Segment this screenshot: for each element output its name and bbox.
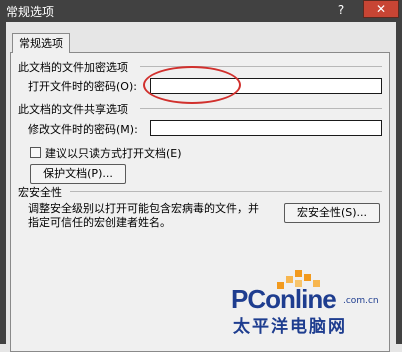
- readonly-key: (E): [166, 147, 182, 160]
- open-password-label: 打开文件时的密码(O):: [28, 78, 137, 94]
- watermark-chinese: 太平洋电脑网: [233, 317, 347, 337]
- tab-general-options[interactable]: 常规选项: [12, 33, 70, 53]
- modify-password-label: 修改文件时的密码(M):: [28, 121, 138, 137]
- macro-security-button[interactable]: 宏安全性(S)...: [284, 203, 380, 223]
- encrypt-separator: [140, 66, 382, 67]
- macro-button-key: (S)...: [340, 206, 368, 219]
- open-password-key: (O):: [116, 80, 137, 93]
- modify-password-key: (M):: [116, 123, 138, 136]
- watermark-brand: PConline: [231, 284, 337, 314]
- share-section-title: 此文档的文件共享选项: [18, 103, 128, 116]
- macro-section-title: 宏安全性: [18, 186, 62, 199]
- share-separator: [140, 108, 382, 109]
- title-bar: 常规选项 ? ✕: [0, 0, 402, 22]
- modify-password-label-text: 修改文件时的密码: [28, 123, 116, 136]
- window-title: 常规选项: [6, 5, 55, 19]
- help-button[interactable]: ?: [333, 2, 349, 18]
- macro-button-label: 宏安全性: [296, 206, 341, 219]
- readonly-label[interactable]: 建议以只读方式打开文档(E): [45, 145, 182, 161]
- watermark-domain: .com.cn: [343, 296, 379, 306]
- open-password-field[interactable]: [150, 78, 382, 94]
- protect-document-button[interactable]: 保护文档(P)...: [30, 164, 126, 184]
- protect-button-label: 保护文档: [43, 167, 88, 180]
- pconline-watermark: PConline .com.cn 太平洋电脑网: [205, 268, 395, 340]
- open-password-label-text: 打开文件时的密码: [28, 80, 116, 93]
- readonly-checkbox[interactable]: [30, 147, 41, 158]
- window-frame-right: [396, 22, 402, 344]
- encrypt-section-title: 此文档的文件加密选项: [18, 61, 128, 74]
- close-button[interactable]: ✕: [363, 0, 399, 18]
- macro-description-line2: 指定可信任的宏创建者姓名。: [28, 216, 171, 229]
- macro-separator: [70, 191, 382, 192]
- modify-password-field[interactable]: [150, 120, 382, 136]
- readonly-label-text: 建议以只读方式打开文档: [45, 147, 166, 160]
- protect-button-key: (P)...: [87, 167, 113, 180]
- window-frame-left: [0, 22, 6, 344]
